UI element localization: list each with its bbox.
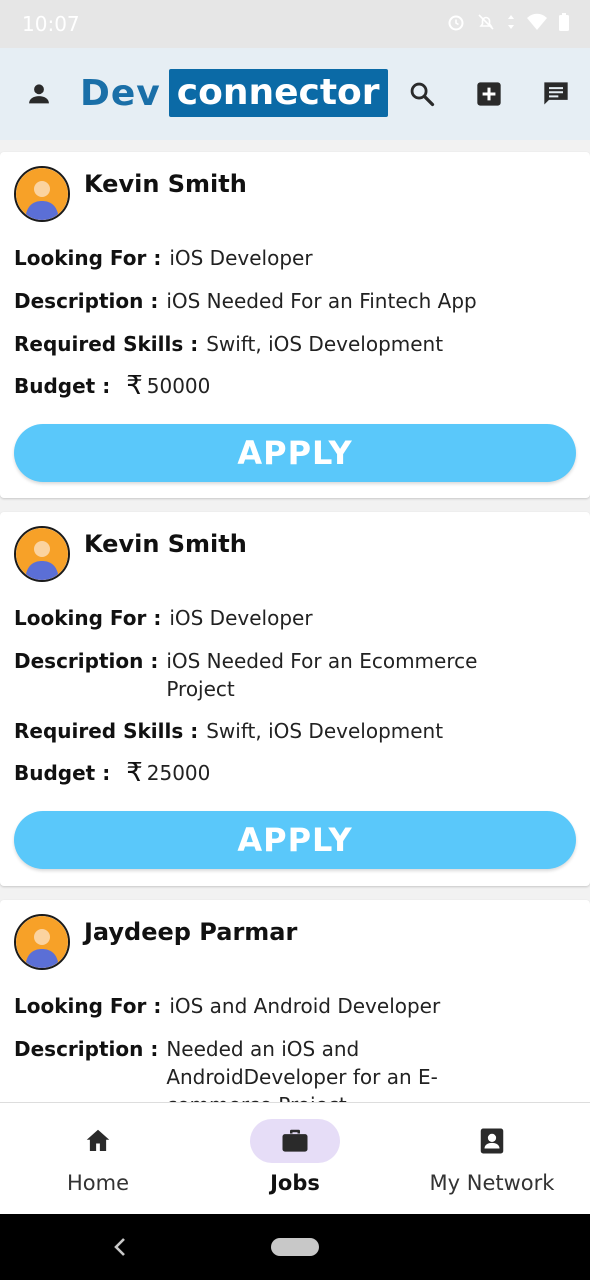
description-value: iOS Needed For an Fintech App <box>166 289 477 313</box>
poster-name[interactable]: Kevin Smith <box>84 170 247 198</box>
app-header: Dev connector <box>0 48 590 140</box>
add-box-icon <box>477 82 501 106</box>
messages-button[interactable] <box>536 74 576 114</box>
rupee-icon: ₹ <box>126 371 143 401</box>
avatar-icon <box>16 916 68 968</box>
alarm-icon <box>448 15 464 31</box>
avatar[interactable] <box>14 526 70 582</box>
nav-my-network[interactable]: My Network <box>394 1103 590 1215</box>
description-label: Description : <box>14 289 159 313</box>
status-bar: 10:07 <box>0 0 590 48</box>
logo-dev-text: Dev <box>80 72 161 114</box>
budget-row: Budget : ₹ 25000 <box>14 759 210 787</box>
message-icon <box>544 82 568 105</box>
system-nav-bar <box>0 1214 590 1280</box>
budget-row: Budget : ₹ 50000 <box>14 372 210 400</box>
app-logo: Dev connector <box>80 69 388 117</box>
skills-value: Swift, iOS Development <box>206 719 444 743</box>
contact-card-icon <box>480 1128 504 1154</box>
job-card: Kevin Smith Looking For : iOS Developer … <box>0 512 590 886</box>
skills-row: Required Skills : Swift, iOS Development <box>14 717 443 745</box>
wifi-icon <box>527 13 547 30</box>
avatar[interactable] <box>14 166 70 222</box>
data-arrows-icon <box>508 15 514 29</box>
description-row: Description : Needed an iOS and AndroidD… <box>14 1035 554 1102</box>
job-card: Jaydeep Parmar Looking For : iOS and And… <box>0 900 590 1102</box>
nav-network-icon-wrap <box>447 1119 537 1163</box>
search-icon <box>410 82 435 107</box>
looking-for-label: Looking For : <box>14 606 162 630</box>
apply-button[interactable]: APPLY <box>14 424 576 482</box>
nav-home-icon-wrap <box>53 1119 143 1163</box>
job-card: Kevin Smith Looking For : iOS Developer … <box>0 152 590 498</box>
profile-button[interactable] <box>19 74 59 114</box>
system-home-pill[interactable] <box>271 1238 319 1256</box>
looking-for-row: Looking For : iOS and Android Developer <box>14 992 440 1020</box>
rupee-icon: ₹ <box>126 758 143 788</box>
poster-name[interactable]: Kevin Smith <box>84 530 247 558</box>
briefcase-icon <box>282 1129 308 1152</box>
nav-home[interactable]: Home <box>0 1103 196 1215</box>
person-icon <box>29 84 49 104</box>
avatar-icon <box>16 528 68 580</box>
budget-value: 25000 <box>146 761 211 785</box>
add-post-button[interactable] <box>469 74 509 114</box>
nav-jobs-icon-wrap <box>250 1119 340 1163</box>
battery-icon <box>559 13 569 31</box>
logo-connector-text: connector <box>168 69 388 117</box>
apply-button[interactable]: APPLY <box>14 811 576 869</box>
status-time: 10:07 <box>22 12 80 36</box>
looking-for-value: iOS Developer <box>169 606 313 630</box>
back-chevron-icon <box>114 1238 125 1256</box>
nav-jobs[interactable]: Jobs <box>197 1103 393 1215</box>
looking-for-row: Looking For : iOS Developer <box>14 244 313 272</box>
skills-value: Swift, iOS Development <box>206 332 444 356</box>
looking-for-value: iOS Developer <box>169 246 313 270</box>
job-feed[interactable]: Kevin Smith Looking For : iOS Developer … <box>0 140 590 1102</box>
skills-row: Required Skills : Swift, iOS Development <box>14 330 443 358</box>
notifications-off-icon <box>478 14 494 30</box>
nav-jobs-label: Jobs <box>270 1171 320 1195</box>
description-label: Description : <box>14 649 159 673</box>
system-back-button[interactable] <box>110 1232 130 1266</box>
skills-label: Required Skills : <box>14 719 199 743</box>
looking-for-value: iOS and Android Developer <box>169 994 441 1018</box>
looking-for-label: Looking For : <box>14 246 162 270</box>
description-value: Needed an iOS and AndroidDeveloper for a… <box>166 1037 438 1102</box>
avatar-icon <box>16 168 68 220</box>
poster-name[interactable]: Jaydeep Parmar <box>84 918 297 946</box>
description-label: Description : <box>14 1037 159 1061</box>
description-row: Description : iOS Needed For an Ecommerc… <box>14 647 554 703</box>
skills-label: Required Skills : <box>14 332 199 356</box>
bottom-navigation: Home Jobs My Network <box>0 1102 590 1214</box>
budget-label: Budget : <box>14 374 111 398</box>
description-row: Description : iOS Needed For an Fintech … <box>14 287 477 315</box>
looking-for-row: Looking For : iOS Developer <box>14 604 313 632</box>
description-value: iOS Needed For an Ecommerce Project <box>166 649 478 701</box>
nav-home-label: Home <box>66 1171 129 1195</box>
search-button[interactable] <box>402 74 442 114</box>
status-icons <box>446 12 570 32</box>
looking-for-label: Looking For : <box>14 994 162 1018</box>
budget-label: Budget : <box>14 761 111 785</box>
avatar[interactable] <box>14 914 70 970</box>
budget-value: 50000 <box>146 374 211 398</box>
nav-my-network-label: My Network <box>429 1171 555 1195</box>
home-icon <box>86 1129 110 1151</box>
